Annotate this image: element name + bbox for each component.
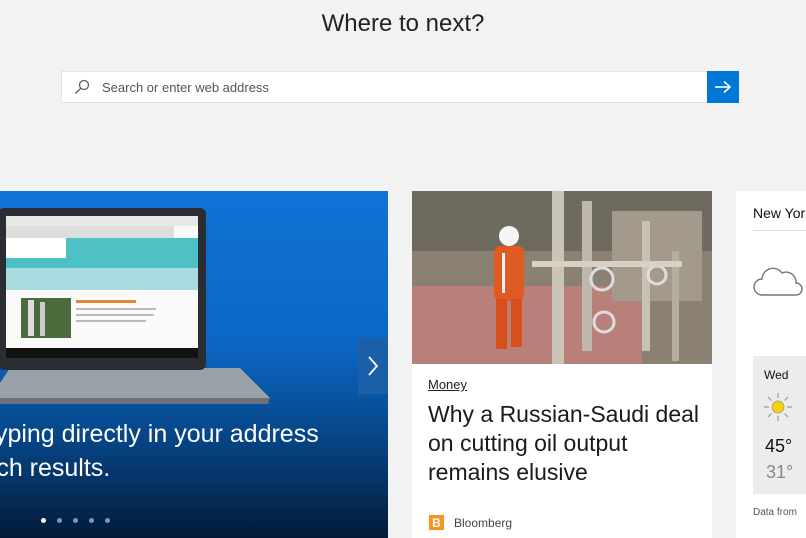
forecast-high: 45° <box>765 436 793 456</box>
weather-attribution: Data from <box>753 507 797 518</box>
carousel-next-button[interactable] <box>358 338 388 394</box>
page-title: Where to next? <box>321 10 485 37</box>
news-source: Bloomberg <box>454 516 513 530</box>
carousel-dot[interactable] <box>89 518 94 523</box>
news-image <box>412 191 712 364</box>
carousel-dot[interactable] <box>41 518 46 523</box>
forecast-low: 31° <box>766 462 794 482</box>
carousel-dot[interactable] <box>57 518 62 523</box>
hero-caption: typing directly in your address rch resu… <box>0 417 388 485</box>
laptop-illustration <box>0 208 270 404</box>
news-category-link[interactable]: Money <box>428 377 467 392</box>
search-icon <box>62 72 102 102</box>
cloud-icon <box>753 267 803 296</box>
carousel-indicators <box>41 518 110 523</box>
sun-icon <box>764 393 792 421</box>
carousel-dot[interactable] <box>73 518 78 523</box>
carousel-dot[interactable] <box>105 518 110 523</box>
forecast-day[interactable]: Wed 45° 31° <box>753 356 806 494</box>
search-input[interactable] <box>102 72 738 102</box>
arrow-right-icon <box>715 80 732 94</box>
go-button[interactable] <box>707 71 739 103</box>
news-headline[interactable]: Why a Russian-Saudi deal on cutting oil … <box>428 400 703 487</box>
news-card[interactable]: Money Why a Russian-Saudi deal on cuttin… <box>412 191 712 538</box>
bloomberg-logo-icon: B <box>429 515 444 530</box>
weather-card[interactable]: New Yor Wed 45° 31° Data from <box>736 191 806 538</box>
new-tab-page: Where to next? Search or enter web addre… <box>0 0 806 538</box>
hero-carousel[interactable]: typing directly in your address rch resu… <box>0 191 388 538</box>
hero-caption-line-2: rch results. <box>0 454 111 482</box>
weather-city: New Yor <box>753 205 806 221</box>
forecast-day-name: Wed <box>764 368 789 382</box>
search-bar[interactable] <box>61 71 739 103</box>
divider <box>753 230 806 231</box>
chevron-right-icon <box>368 356 379 376</box>
hero-caption-line-1: typing directly in your address <box>0 420 319 448</box>
